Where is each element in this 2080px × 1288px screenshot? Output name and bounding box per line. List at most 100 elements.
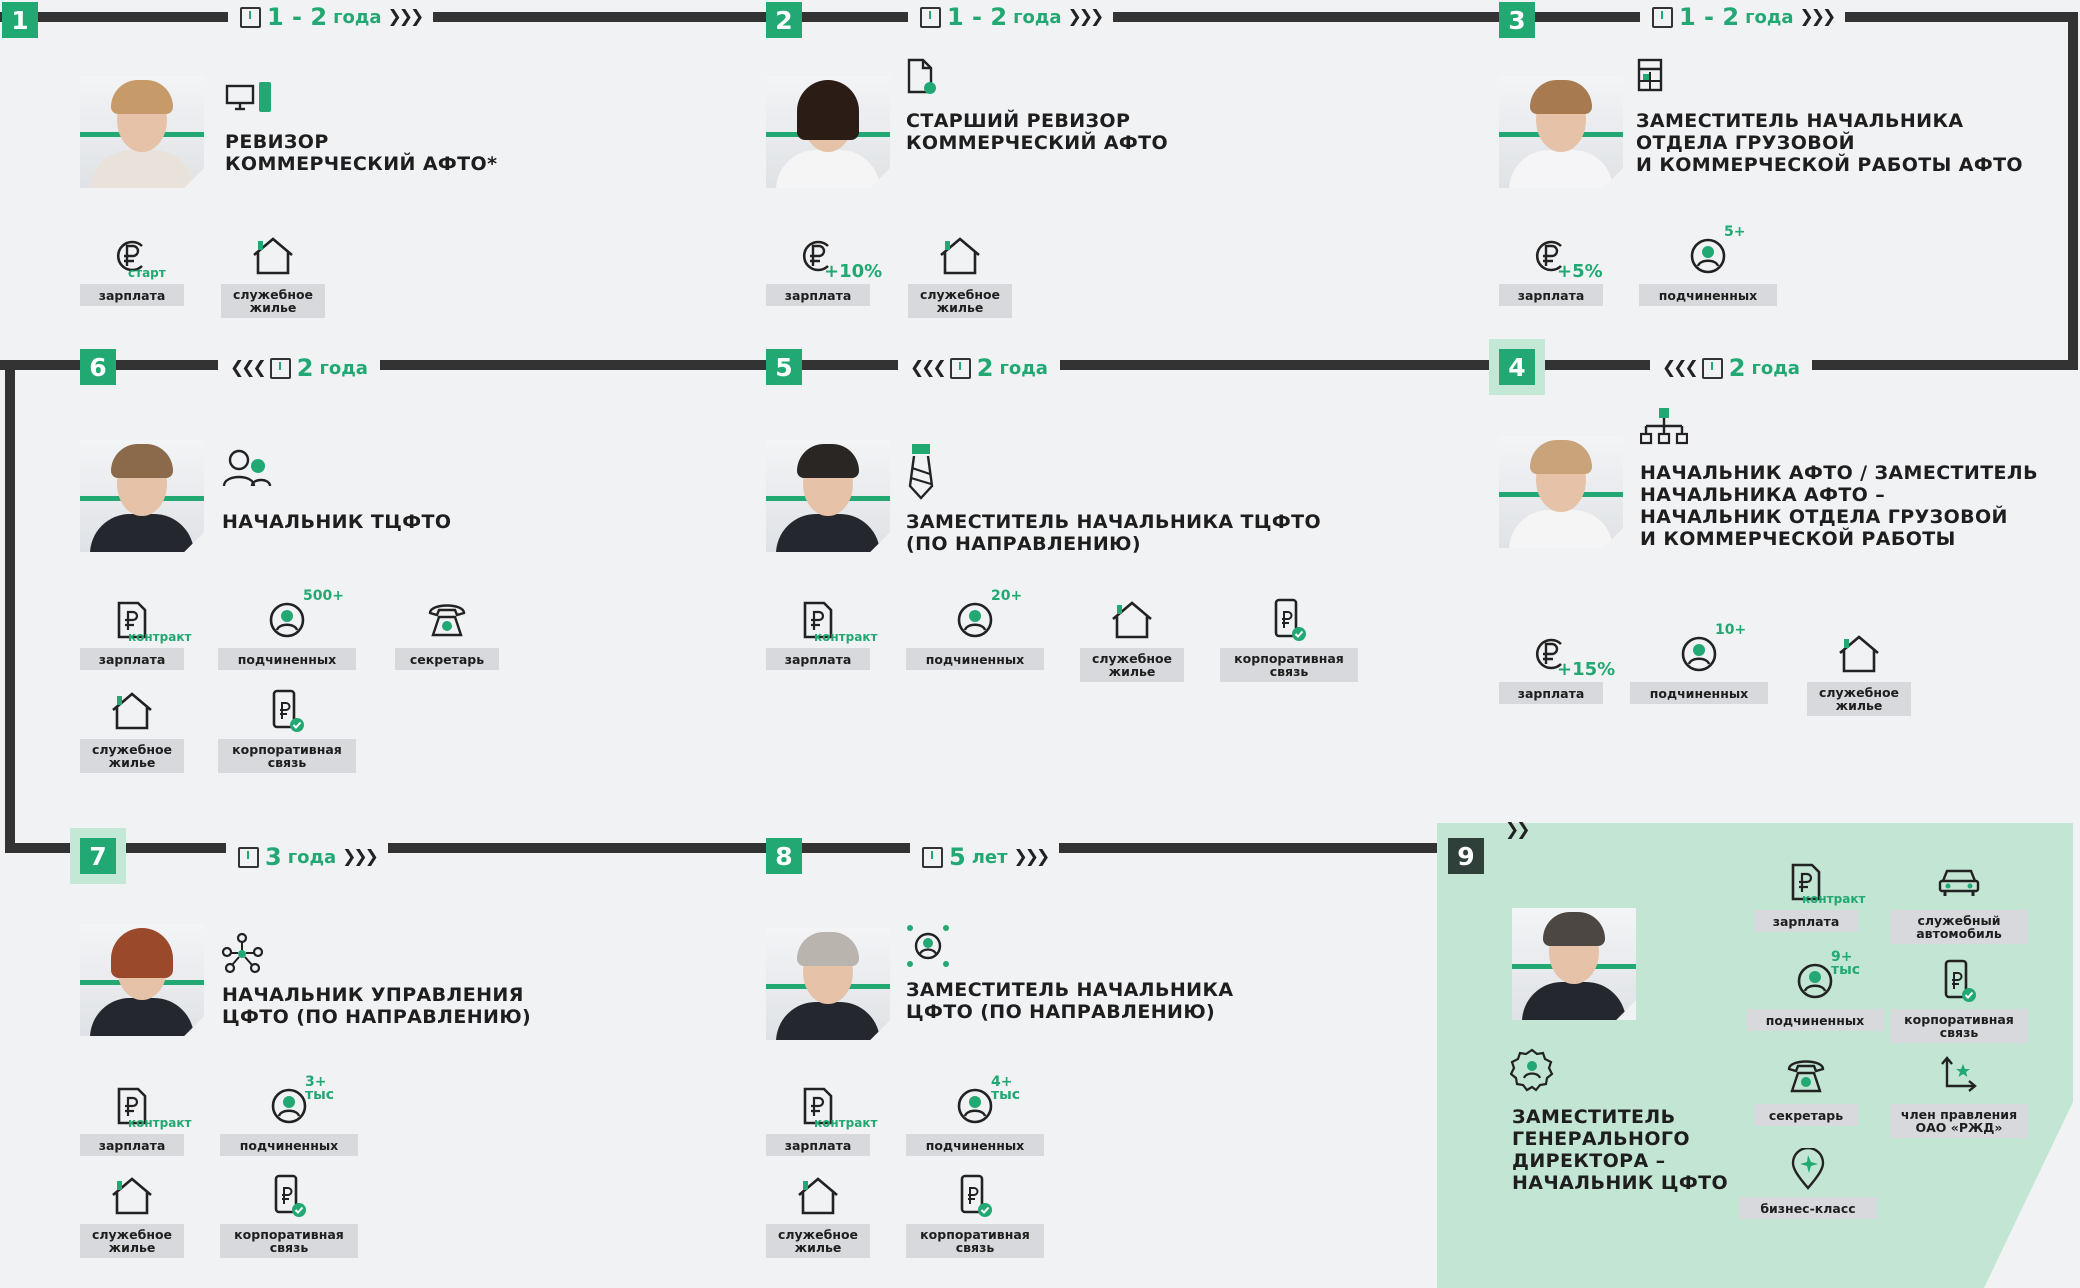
stage2-portrait [766, 76, 890, 188]
tie-icon [908, 444, 934, 500]
contract-icon: контракт [80, 1080, 191, 1132]
benefit-label: секретарь [395, 648, 499, 670]
phone-icon [218, 685, 356, 737]
stage1-benefit-house: служебное жилье [221, 230, 325, 318]
arrow-left-icon: ❮❮❮ [230, 358, 267, 378]
stage4-title: НАЧАЛЬНИК АФТО / ЗАМЕСТИТЕЛЬ НАЧАЛЬНИКА … [1640, 462, 2039, 550]
stage7-benefit-person: 3+ тыс подчиненных [220, 1075, 358, 1156]
benefit-badge: контракт [814, 630, 878, 644]
stage1-title: РЕВИЗОР КОММЕРЧЕСКИЙ АФТО* [225, 131, 498, 175]
duration-value: 2 [296, 354, 314, 382]
benefit-label: зарплата [766, 284, 870, 306]
stage2-duration: 1 - 2 года ❯❯❯ [908, 0, 1114, 34]
benefit-label: зарплата [766, 648, 870, 670]
benefit-label: корпоративная связь [906, 1224, 1044, 1258]
stage8-benefit-contract: контракт зарплата [766, 1080, 877, 1156]
stage3-benefit-person: 5+ подчиненных [1639, 225, 1777, 306]
stage3-duration: 1 - 2 года ❯❯❯ [1640, 0, 1846, 34]
stage5-title: ЗАМЕСТИТЕЛЬ НАЧАЛЬНИКА ТЦФТО (ПО НАПРАВЛ… [906, 511, 1322, 555]
person-icon: 20+ [906, 589, 1044, 646]
stage9-benefit-plane-pin: бизнес-класс [1739, 1143, 1877, 1219]
stage7-duration: 3 года ❯❯❯ [226, 840, 388, 874]
stage8-benefit-house: служебное жилье [766, 1170, 870, 1258]
duration-unit: года [319, 357, 368, 379]
benefit-label: служебное жилье [1807, 682, 1911, 716]
stage1-duration: 1 - 2 года ❯❯❯ [228, 0, 434, 34]
benefit-badge: контракт [128, 1116, 192, 1130]
house-icon [766, 1170, 870, 1222]
network-icon [222, 932, 264, 974]
benefit-badge: 10+ [1715, 622, 1747, 638]
benefit-badge: 4+ тыс [991, 1074, 1021, 1103]
stage3-benefit-ruble: +5% зарплата [1499, 230, 1603, 306]
phone-icon [220, 1170, 358, 1222]
track-row3 [5, 843, 1445, 853]
stage5-number: 5 [766, 349, 802, 385]
clock-icon [922, 846, 943, 868]
person-icon: 10+ [1630, 623, 1768, 680]
stage9-title: ЗАМЕСТИТЕЛЬ ГЕНЕРАЛЬНОГО ДИРЕКТОРА – НАЧ… [1512, 1106, 1729, 1194]
stage5-benefit-person: 20+ подчиненных [906, 589, 1044, 670]
benefit-badge: контракт [128, 630, 192, 644]
ruble-icon: +15% [1499, 628, 1615, 680]
car-icon [1890, 856, 2028, 908]
stage9-benefit-person: 9+ тыс подчиненных [1746, 950, 1884, 1031]
stage9-portrait [1512, 908, 1636, 1020]
stage9-benefit-star-arrow: член правления ОАО «РЖД» [1890, 1050, 2028, 1138]
stage4-benefit-ruble: +15% зарплата [1499, 628, 1615, 704]
stage6-benefit-contract: контракт зарплата [80, 594, 191, 670]
benefit-label: служебное жилье [80, 739, 184, 773]
stage6-portrait [80, 440, 204, 552]
benefit-label: корпоративная связь [218, 739, 356, 773]
house-icon [80, 1170, 184, 1222]
stage9-arrows: ❯❯ [1505, 820, 1530, 840]
contract-icon: контракт [766, 594, 877, 646]
stage4-portrait [1499, 436, 1623, 548]
benefit-badge: контракт [1802, 892, 1866, 906]
stage4-number: 4 [1499, 349, 1535, 385]
benefit-label: подчиненных [1639, 284, 1777, 306]
stage7-portrait [80, 924, 204, 1036]
person-icon: 500+ [218, 589, 356, 646]
benefit-badge: +5% [1557, 261, 1603, 282]
benefit-label: зарплата [1499, 284, 1603, 306]
benefit-label: подчиненных [906, 1134, 1044, 1156]
duration-unit: года [1751, 357, 1800, 379]
house-icon [221, 230, 325, 282]
benefit-label: служебное жилье [221, 284, 325, 318]
duration-unit: года [333, 6, 382, 28]
stage6-number: 6 [80, 349, 116, 385]
benefit-label: служебное жилье [766, 1224, 870, 1258]
benefit-badge: 3+ тыс [305, 1074, 335, 1103]
stage8-benefit-person: 4+ тыс подчиненных [906, 1075, 1044, 1156]
focus-person-icon [907, 925, 949, 967]
stage3-title: ЗАМЕСТИТЕЛЬ НАЧАЛЬНИКА ОТДЕЛА ГРУЗОВОЙ И… [1636, 110, 2023, 176]
star-arrow-icon [1890, 1050, 2028, 1102]
arrow-right-icon: ❯❯❯ [1799, 7, 1837, 27]
stage5-duration: ❮❮❮ 2 года [898, 351, 1060, 385]
benefit-label: зарплата [766, 1134, 870, 1156]
benefit-label: зарплата [80, 1134, 184, 1156]
stage6-duration: ❮❮❮ 2 года [218, 351, 380, 385]
contract-icon: контракт [80, 594, 191, 646]
stage6-title: НАЧАЛЬНИК ТЦФТО [222, 511, 452, 533]
duration-value: 1 - 2 [267, 3, 328, 31]
benefit-label: бизнес-класс [1739, 1197, 1877, 1219]
telephone-icon [395, 594, 499, 646]
stage7-benefit-contract: контракт зарплата [80, 1080, 191, 1156]
benefit-badge: +15% [1557, 659, 1616, 680]
benefit-label: подчиненных [1630, 682, 1768, 704]
benefit-label: корпоративная связь [1890, 1009, 2028, 1043]
stage8-benefit-phone: корпоративная связь [906, 1170, 1044, 1258]
badge-person-icon [1510, 1048, 1554, 1092]
benefit-badge: 500+ [303, 588, 344, 604]
arrow-right-icon: ❯❯❯ [1067, 7, 1105, 27]
benefit-label: секретарь [1754, 1104, 1858, 1126]
stage2-benefit-house: служебное жилье [908, 230, 1012, 318]
ruble-icon: +5% [1499, 230, 1603, 282]
benefit-label: подчиненных [906, 648, 1044, 670]
stage2-benefit-ruble: +10% зарплата [766, 230, 882, 306]
stage6-benefit-telephone: секретарь [395, 594, 499, 670]
stage1-benefit-ruble: старт зарплата [80, 230, 184, 306]
benefit-label: зарплата [80, 648, 184, 670]
